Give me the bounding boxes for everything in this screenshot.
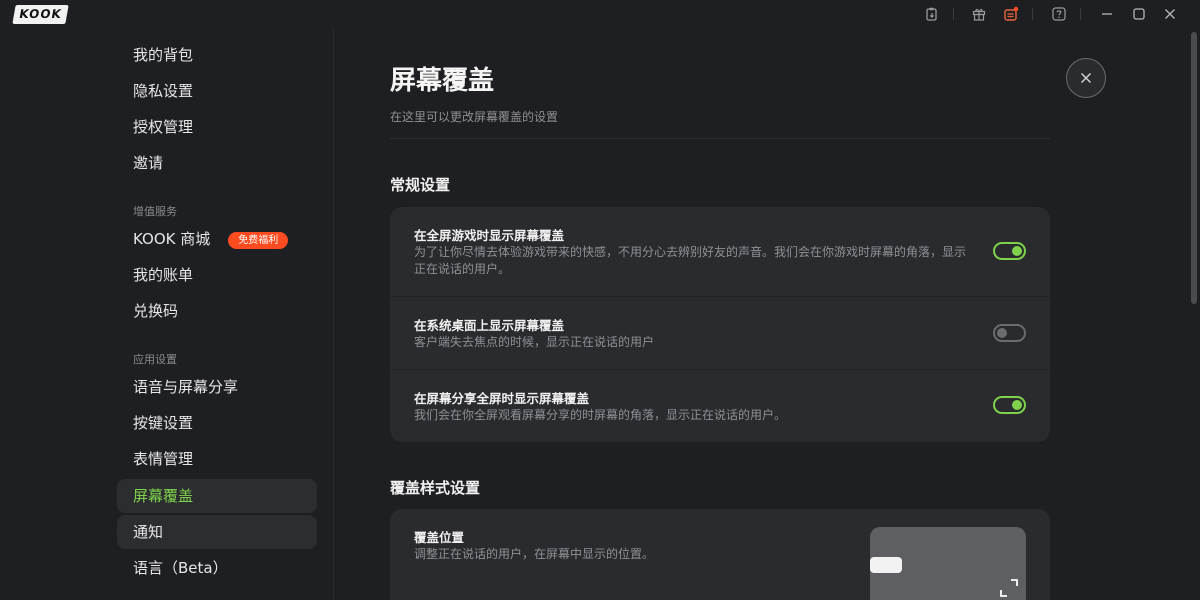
setting-title: 在屏幕分享全屏时显示屏幕覆盖 (414, 391, 590, 406)
settings-sidebar: 我的背包 隐私设置 授权管理 邀请 增值服务 KOOK 商城 免费福利 我的账单 … (0, 28, 334, 600)
app-window: KOOK 我的背包 隐私设置 授权管理 邀请 增值服务 KOOK 商城 免费福利… (0, 0, 1200, 600)
expand-icon[interactable] (998, 577, 1020, 599)
help-icon[interactable] (1050, 5, 1068, 23)
setting-row-fullscreen-game: 在全屏游戏时显示屏幕覆盖 为了让你尽情去体验游戏带来的快感，不用分心去辨别好友的… (390, 207, 1050, 296)
overlay-position-marker[interactable] (870, 557, 902, 573)
header-divider (390, 138, 1050, 139)
sidebar-item-privacy[interactable]: 隐私设置 (117, 74, 317, 108)
minimize-icon[interactable] (1098, 5, 1116, 23)
setting-description: 我们会在你全屏观看屏幕分享的时屏幕的角落，显示正在说话的用户。 (414, 408, 787, 422)
general-settings-card: 在全屏游戏时显示屏幕覆盖 为了让你尽情去体验游戏带来的快感，不用分心去辨别好友的… (390, 207, 1050, 442)
kook-logo: KOOK (12, 5, 69, 24)
setting-row-desktop: 在系统桌面上显示屏幕覆盖 客户端失去焦点的时候，显示正在说话的用户 (390, 297, 1050, 369)
overlay-position-preview[interactable] (870, 527, 1026, 600)
setting-title: 在系统桌面上显示屏幕覆盖 (414, 318, 565, 333)
sidebar-item-authorization[interactable]: 授权管理 (117, 110, 317, 144)
page-title: 屏幕覆盖 (390, 66, 495, 96)
sidebar-group-app-settings: 应用设置 (133, 353, 177, 366)
sidebar-item-overlay[interactable]: 屏幕覆盖 (117, 479, 317, 513)
titlebar-divider (1032, 8, 1033, 20)
clipboard-icon[interactable] (923, 5, 941, 23)
sidebar-item-language[interactable]: 语言（Beta） (117, 551, 317, 585)
setting-title: 在全屏游戏时显示屏幕覆盖 (414, 228, 565, 243)
setting-description: 为了让你尽情去体验游戏带来的快感，不用分心去辨别好友的声音。我们会在你游戏时屏幕… (414, 245, 967, 276)
scrollbar-thumb[interactable] (1191, 32, 1197, 304)
sidebar-item-voice-screen-share[interactable]: 语音与屏幕分享 (117, 370, 317, 404)
title-bar: KOOK (0, 0, 1200, 28)
free-benefits-badge: 免费福利 (228, 232, 289, 249)
close-icon[interactable] (1161, 5, 1179, 23)
page-subtitle: 在这里可以更改屏幕覆盖的设置 (390, 110, 559, 124)
close-icon (1080, 72, 1092, 84)
sidebar-item-redeem-code[interactable]: 兑换码 (117, 294, 317, 328)
gift-icon[interactable] (970, 5, 988, 23)
desktop-overlay-toggle[interactable] (993, 324, 1026, 342)
notification-box-icon[interactable] (1002, 5, 1020, 23)
overlay-style-title: 覆盖样式设置 (390, 479, 481, 497)
sidebar-group-value-services: 增值服务 (133, 205, 177, 218)
sidebar-item-notifications[interactable]: 通知 (117, 515, 317, 549)
scrollbar[interactable] (1188, 28, 1200, 600)
overlay-style-card: 覆盖位置 调整正在说话的用户，在屏幕中显示的位置。 (390, 509, 1050, 600)
sidebar-item-emoji[interactable]: 表情管理 (117, 442, 317, 476)
sidebar-item-shop[interactable]: KOOK 商城 免费福利 (117, 222, 317, 256)
maximize-icon[interactable] (1130, 5, 1148, 23)
screen-share-overlay-toggle[interactable] (993, 396, 1026, 414)
sidebar-item-billing[interactable]: 我的账单 (117, 258, 317, 292)
sidebar-item-keybinds[interactable]: 按键设置 (117, 406, 317, 440)
setting-description: 客户端失去焦点的时候，显示正在说话的用户 (414, 335, 655, 349)
sidebar-item-invite[interactable]: 邀请 (117, 146, 317, 180)
overlay-settings-panel: 屏幕覆盖 在这里可以更改屏幕覆盖的设置 常规设置 在全屏游戏时显示屏幕覆盖 为了… (334, 28, 1188, 600)
general-settings-title: 常规设置 (390, 176, 451, 194)
titlebar-divider (1080, 8, 1081, 20)
close-settings-button[interactable] (1066, 58, 1106, 98)
sidebar-item-backpack[interactable]: 我的背包 (117, 38, 317, 72)
setting-row-screen-share: 在屏幕分享全屏时显示屏幕覆盖 我们会在你全屏观看屏幕分享的时屏幕的角落，显示正在… (390, 370, 1050, 442)
sidebar-item-label: KOOK 商城 (133, 230, 211, 248)
overlay-position-title: 覆盖位置 (414, 530, 465, 545)
titlebar-divider (953, 8, 954, 20)
fullscreen-game-toggle[interactable] (993, 242, 1026, 260)
